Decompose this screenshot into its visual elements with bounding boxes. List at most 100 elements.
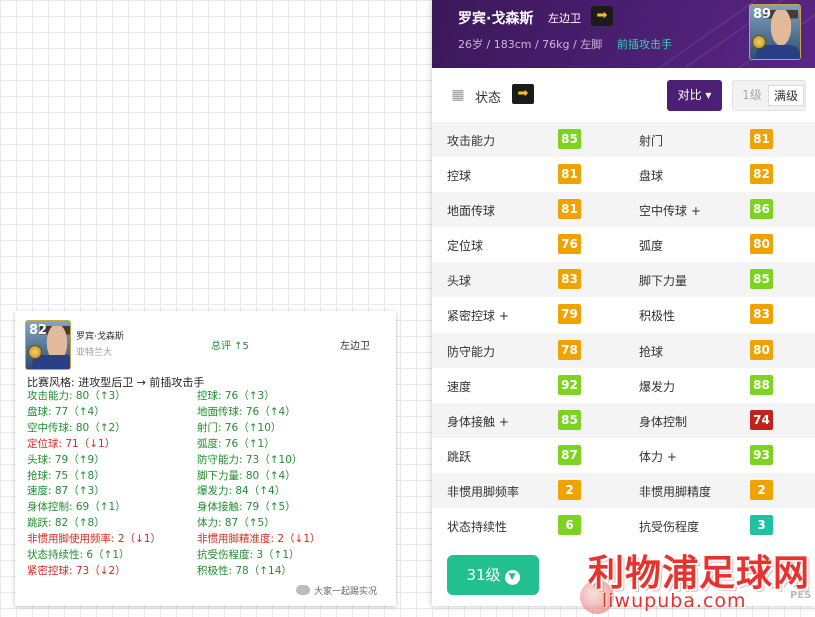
stat-value-badge: 83 <box>750 304 773 325</box>
summary-stat-line: 身体接触: 79（↑5） <box>197 501 296 514</box>
site-watermark-title: 利物浦足球网 <box>588 553 811 594</box>
stat-row: 头球 83 脚下力量 85 <box>432 262 815 298</box>
stat-value-badge: 79 <box>558 304 581 325</box>
stat-value-badge: 81 <box>558 164 581 185</box>
stat-name: 速度 <box>447 379 472 394</box>
site-watermark: 利物浦足球网 liwupuba.com <box>580 540 815 617</box>
stat-name: 体力 + <box>639 449 677 464</box>
stat-name: 身体接触 + <box>447 414 509 429</box>
status-toolbar: ▦ 状态 ➡ 对比 ▾ 1级 满级 <box>432 68 815 122</box>
summary-position: 左边卫 <box>340 341 370 352</box>
stat-value-badge: 80 <box>750 234 773 255</box>
player-play-style[interactable]: 前插攻击手 <box>617 36 672 52</box>
arrow-right-icon: ➡ <box>596 8 608 23</box>
wechat-icon <box>296 585 310 595</box>
status-chip-icon: ▦ <box>451 87 465 103</box>
stat-row: 非惯用脚频率 2 非惯用脚精度 2 <box>432 472 815 509</box>
arrow-right-icon: ➡ <box>517 86 529 101</box>
summary-stat-line: 积极性: 78（↑14） <box>197 564 292 577</box>
stat-row: 跳跃 87 体力 + 93 <box>432 438 815 473</box>
summary-stat-line: 防守能力: 73（↑10） <box>197 453 303 466</box>
stat-name: 非惯用脚频率 <box>447 484 520 499</box>
featured-coin-icon <box>752 35 766 49</box>
player-card-rating: 89 <box>753 7 772 22</box>
status-arrow-button[interactable]: ➡ <box>512 84 534 104</box>
summary-stat-line: 定位球: 71（↓1） <box>27 437 116 450</box>
compare-button[interactable]: 对比 ▾ <box>667 80 722 111</box>
stat-name: 紧密控球 + <box>447 309 509 324</box>
stat-name: 空中传球 + <box>639 204 701 219</box>
stat-row: 防守能力 78 抢球 80 <box>432 332 815 368</box>
summary-stat-line: 非惯用脚精准度: 2（↓1） <box>197 533 321 546</box>
level-1-option[interactable]: 1级 <box>737 85 767 106</box>
summary-stat-line: 非惯用脚使用频率: 2（↓1） <box>27 533 162 546</box>
site-watermark-url: liwupuba.com <box>602 590 747 612</box>
stat-name: 积极性 <box>639 309 676 324</box>
stat-value-badge: 3 <box>750 515 773 536</box>
player-position: 左边卫 <box>548 12 581 25</box>
stat-value-badge: 87 <box>558 444 581 465</box>
stat-value-badge: 2 <box>750 479 773 500</box>
wechat-watermark-text: 大家一起踢实况 <box>314 587 378 597</box>
stat-value-badge: 81 <box>558 199 581 220</box>
stat-name: 防守能力 <box>447 344 496 359</box>
stat-value-badge: 93 <box>750 444 773 465</box>
stat-row: 身体接触 + 85 身体控制 74 <box>432 402 815 438</box>
level-max-option[interactable]: 满级 <box>768 85 804 106</box>
chevron-down-icon: ▼ <box>504 570 520 585</box>
summary-stat-line: 身体控制: 69（↑1） <box>27 501 126 514</box>
level-select-button[interactable]: 31级 ▼ <box>447 555 539 595</box>
player-card-rating: 82 <box>29 323 48 338</box>
summary-stat-line: 弧度: 76（↑1） <box>197 437 275 450</box>
stat-name: 地面传球 <box>447 204 496 219</box>
stat-name: 抢球 <box>639 344 664 359</box>
stat-row: 状态持续性 6 抗受伤程度 3 <box>432 508 815 543</box>
stat-value-badge: 92 <box>558 374 581 395</box>
summary-stat-line: 体力: 87（↑5） <box>197 517 275 530</box>
stat-value-badge: 81 <box>750 129 773 149</box>
summary-stat-line: 抗受伤程度: 3（↑1） <box>197 549 300 561</box>
stat-value-badge: 85 <box>750 269 773 290</box>
wechat-watermark: 大家一起踢实况 <box>296 584 377 597</box>
stat-name: 射门 <box>639 134 664 148</box>
status-label: 状态 <box>475 91 502 106</box>
stat-value-badge: 74 <box>750 409 773 430</box>
stat-name: 爆发力 <box>639 379 676 394</box>
summary-stat-line: 紧密控球: 73（↓2） <box>27 564 126 577</box>
summary-stat-line: 攻击能力: 80（↑3） <box>27 390 126 402</box>
stat-value-badge: 78 <box>558 339 581 360</box>
pes-logo: PES <box>790 590 812 601</box>
player-stats-panel: 罗宾·戈森斯 左边卫 ➡ 26岁 / 183cm / 76kg / 左脚 前插攻… <box>432 0 815 606</box>
stat-row: 攻击能力 85 射门 81 <box>432 122 815 158</box>
player-name: 罗宾·戈森斯 <box>458 11 534 27</box>
summary-stat-line: 空中传球: 80（↑2） <box>27 421 126 434</box>
summary-stat-line: 地面传球: 76（↑4） <box>197 405 296 418</box>
stat-name: 状态持续性 <box>447 520 508 535</box>
stat-name: 控球 <box>447 169 472 184</box>
stat-value-badge: 2 <box>558 479 581 500</box>
stat-row: 速度 92 爆发力 88 <box>432 368 815 403</box>
summary-stat-line: 抢球: 75（↑8） <box>27 469 105 482</box>
player-info: 26岁 / 183cm / 76kg / 左脚 <box>458 38 603 51</box>
stat-value-badge: 83 <box>558 269 581 290</box>
stat-name: 弧度 <box>639 239 664 254</box>
level-toggle: 1级 满级 <box>732 80 806 111</box>
featured-coin-icon <box>28 345 42 359</box>
player-card[interactable]: 89 <box>749 4 801 60</box>
player-card-thumbnail: 82 <box>25 320 71 370</box>
summary-style-change: 比赛风格: 进攻型后卫 → 前插攻击手 <box>27 376 205 389</box>
stats-table: 攻击能力 85 射门 81 控球 81 盘球 82 地面传球 81 空中传球 + 86 定位球 76 弧度 8… <box>432 122 815 543</box>
position-arrow-button[interactable]: ➡ <box>591 6 613 26</box>
stat-value-badge: 86 <box>750 199 773 220</box>
summary-stat-line: 射门: 76（↑10） <box>197 421 282 434</box>
summary-stat-line: 脚下力量: 80（↑4） <box>197 469 296 482</box>
summary-club-name: 亚特兰大 <box>76 348 113 358</box>
stat-row: 控球 81 盘球 82 <box>432 157 815 192</box>
stat-name: 跳跃 <box>447 449 472 464</box>
stat-name: 盘球 <box>639 169 664 184</box>
stat-value-badge: 85 <box>558 409 581 430</box>
stat-name: 抗受伤程度 <box>639 520 700 535</box>
stat-name: 头球 <box>447 274 472 289</box>
summary-total-change: 总评 ↑5 <box>211 341 249 352</box>
stat-row: 紧密控球 + 79 积极性 83 <box>432 297 815 332</box>
